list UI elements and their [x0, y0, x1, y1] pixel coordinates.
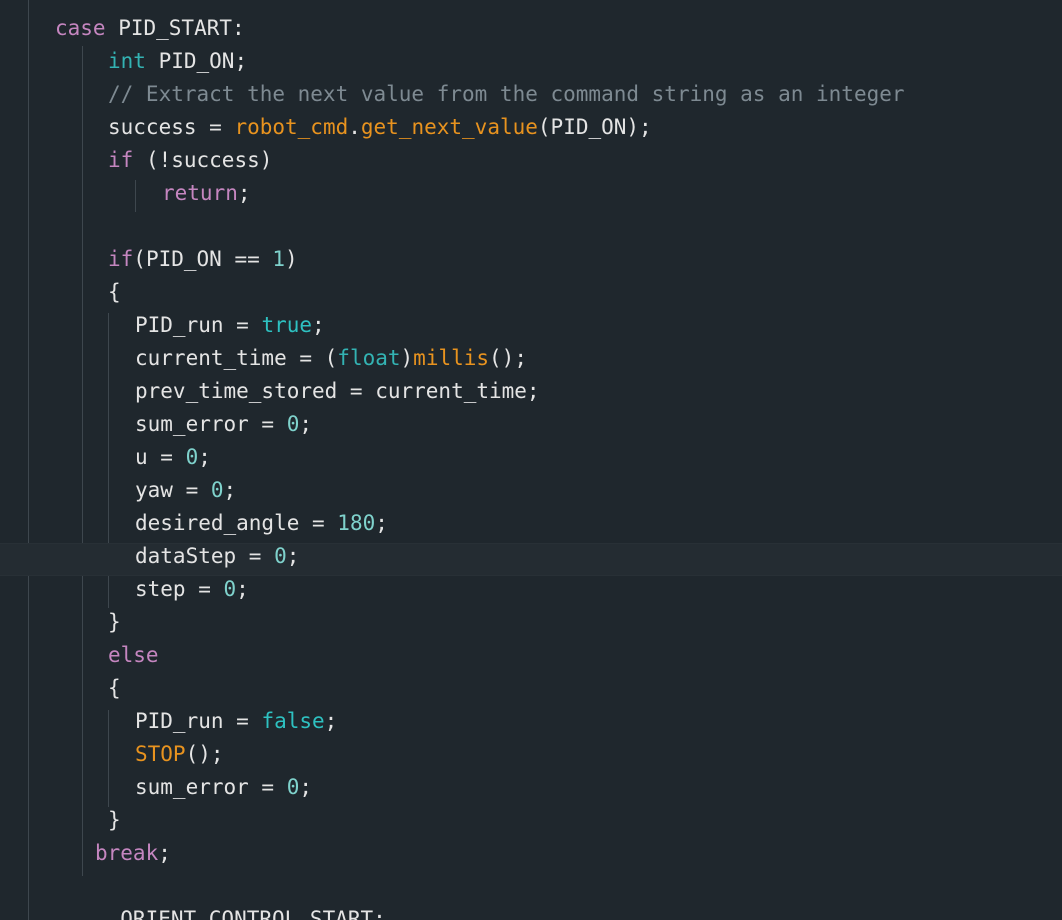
- code-line[interactable]: sum_error = 0;: [135, 771, 312, 804]
- code-token: (PID_ON);: [537, 115, 652, 139]
- code-token: ;: [299, 775, 313, 799]
- code-line[interactable]: // Extract the next value from the comma…: [108, 78, 905, 111]
- code-token: get_next_value: [360, 115, 538, 139]
- code-token: current_time = (: [135, 346, 338, 370]
- code-token: return: [162, 181, 238, 205]
- indent-guide: [82, 46, 83, 876]
- code-token: PID_ON;: [145, 49, 248, 73]
- code-token: 0: [223, 577, 237, 601]
- code-line[interactable]: sum_error = 0;: [135, 408, 312, 441]
- code-token: ;: [237, 181, 251, 205]
- code-token: .: [348, 115, 361, 139]
- code-line[interactable]: }: [108, 606, 121, 639]
- code-token: dataStep =: [135, 544, 275, 568]
- code-token: 0: [286, 775, 300, 799]
- code-line[interactable]: u = 0;: [135, 441, 211, 474]
- indent-guide: [108, 710, 109, 807]
- code-token: 0: [274, 544, 287, 568]
- code-token: else: [108, 643, 159, 667]
- code-token: 0: [286, 412, 300, 436]
- code-token: case: [55, 16, 106, 40]
- code-token: if: [108, 148, 134, 172]
- code-token: 0: [185, 445, 199, 469]
- code-token: ;: [324, 709, 338, 733]
- code-token: desired_angle =: [135, 511, 338, 535]
- code-token: millis: [413, 346, 490, 370]
- code-line[interactable]: if (!success): [108, 144, 272, 177]
- code-token: ): [285, 247, 298, 271]
- code-token: robot_cmd: [234, 115, 349, 139]
- code-token: sum_error =: [135, 412, 287, 436]
- code-token: ;: [375, 511, 388, 535]
- code-token: step =: [135, 577, 224, 601]
- code-token: }: [108, 610, 121, 634]
- code-line[interactable]: STOP();: [135, 738, 224, 771]
- code-token: 1: [272, 247, 286, 271]
- code-token: prev_time_stored = current_time;: [135, 379, 540, 403]
- code-token: (PID_ON ==: [133, 247, 273, 271]
- code-token: ;: [299, 412, 313, 436]
- code-token: true: [261, 313, 313, 337]
- code-token: // Extract the next value from the comma…: [108, 82, 905, 106]
- code-line[interactable]: int PID_ON;: [108, 45, 247, 78]
- code-token: if: [108, 247, 134, 271]
- code-token: break: [95, 841, 159, 865]
- code-token: sum_error =: [135, 775, 287, 799]
- code-token: PID_START:: [105, 16, 245, 40]
- code-line[interactable]: current_time = (float)millis();: [135, 342, 527, 375]
- code-token: false: [261, 709, 325, 733]
- code-line[interactable]: PID_run = true;: [135, 309, 325, 342]
- code-token: 0: [210, 478, 224, 502]
- code-token: ORIENT_CONTROL_START:: [95, 907, 386, 920]
- code-line[interactable]: PID_run = false;: [135, 705, 337, 738]
- code-token: ;: [312, 313, 325, 337]
- code-token: float: [337, 346, 401, 370]
- code-token: ();: [185, 742, 224, 766]
- indent-guide: [28, 0, 29, 920]
- code-line[interactable]: }: [108, 804, 121, 837]
- code-token: (!success): [133, 148, 273, 172]
- code-editor[interactable]: case PID_START: int PID_ON;// Extract the…: [0, 0, 1062, 920]
- code-token: yaw =: [135, 478, 211, 502]
- code-token: ): [400, 346, 414, 370]
- code-line[interactable]: {: [108, 672, 121, 705]
- code-line[interactable]: return;: [162, 177, 251, 210]
- code-token: success =: [108, 115, 235, 139]
- code-line[interactable]: yaw = 0;: [135, 474, 236, 507]
- code-token: STOP: [135, 742, 186, 766]
- code-token: ;: [158, 841, 171, 865]
- code-line[interactable]: success = robot_cmd.get_next_value(PID_O…: [108, 111, 652, 144]
- code-line[interactable]: dataStep = 0;: [135, 540, 299, 573]
- code-line[interactable]: ORIENT_CONTROL_START:: [95, 903, 386, 920]
- code-token: u =: [135, 445, 186, 469]
- code-line[interactable]: break;: [95, 837, 171, 870]
- code-token: int: [108, 49, 146, 73]
- code-line[interactable]: desired_angle = 180;: [135, 507, 388, 540]
- code-token: PID_run =: [135, 709, 262, 733]
- code-token: 180: [337, 511, 376, 535]
- code-token: }: [108, 808, 121, 832]
- code-line[interactable]: step = 0;: [135, 573, 249, 606]
- code-token: ;: [198, 445, 211, 469]
- indent-guide: [135, 180, 136, 212]
- code-line[interactable]: prev_time_stored = current_time;: [135, 375, 540, 408]
- code-token: {: [108, 280, 121, 304]
- code-line[interactable]: if(PID_ON == 1): [108, 243, 298, 276]
- code-line[interactable]: case PID_START:: [55, 12, 245, 45]
- code-token: ;: [223, 478, 237, 502]
- code-token: ;: [286, 544, 300, 568]
- code-line[interactable]: {: [108, 276, 121, 309]
- code-token: PID_run =: [135, 313, 262, 337]
- code-token: {: [108, 676, 121, 700]
- code-line[interactable]: else: [108, 639, 159, 672]
- code-token: ();: [489, 346, 527, 370]
- code-token: ;: [236, 577, 249, 601]
